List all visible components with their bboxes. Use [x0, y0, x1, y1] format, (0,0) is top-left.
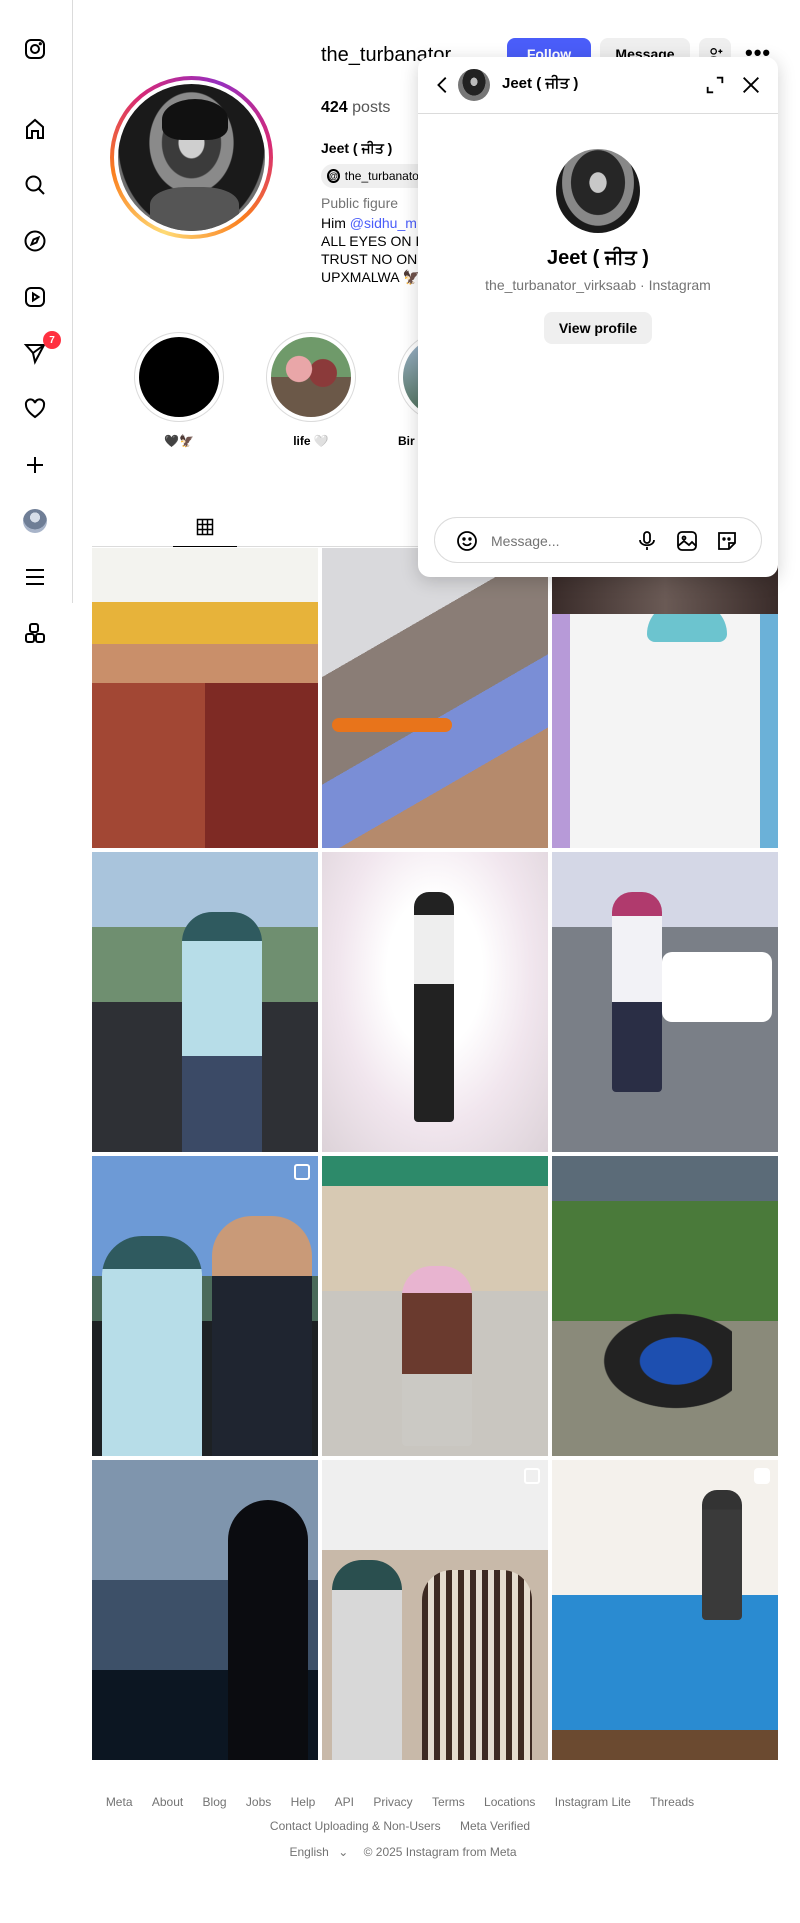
search-icon[interactable] — [22, 172, 48, 198]
highlight-label: 🖤🦅 — [164, 434, 194, 448]
footer-link[interactable]: Blog — [203, 1795, 227, 1809]
close-icon[interactable] — [740, 74, 762, 101]
bio-line-4: UPXMALWA 🦅 — [321, 269, 421, 285]
sticker-icon[interactable] — [715, 529, 739, 558]
notifications-icon[interactable] — [22, 396, 48, 422]
footer-link[interactable]: Help — [291, 1795, 316, 1809]
bio-line-2: ALL EYES ON I — [321, 233, 420, 249]
footer-link[interactable]: Meta — [106, 1795, 133, 1809]
also-from-meta-icon[interactable] — [22, 620, 48, 646]
chat-profile-handle: the_turbanator_virksaab · Instagram — [485, 277, 711, 293]
post-thumbnail[interactable] — [552, 1460, 778, 1760]
reels-icon[interactable] — [22, 284, 48, 310]
footer-link[interactable]: Locations — [484, 1795, 535, 1809]
notification-count-badge: 7 — [43, 331, 61, 349]
image-icon[interactable] — [675, 529, 699, 558]
footer-link[interactable]: About — [152, 1795, 183, 1809]
chat-header: Jeet ( ਜੀਤ ) — [418, 57, 778, 114]
threads-icon: @ — [327, 169, 340, 183]
footer-link[interactable]: Instagram Lite — [555, 1795, 631, 1809]
footer-link[interactable]: Meta Verified — [460, 1819, 530, 1833]
chat-profile-avatar — [556, 149, 640, 233]
profile-category: Public figure — [321, 195, 399, 211]
sidebar-nav: 7 — [0, 0, 73, 643]
posts-grid — [92, 548, 778, 1760]
post-thumbnail[interactable] — [92, 548, 318, 848]
post-thumbnail[interactable] — [552, 852, 778, 1152]
post-thumbnail[interactable] — [92, 852, 318, 1152]
chat-avatar[interactable] — [458, 69, 490, 101]
create-icon[interactable] — [22, 452, 48, 478]
posts-count: 424 — [321, 99, 348, 116]
post-thumbnail[interactable] — [322, 852, 548, 1152]
display-name: Jeet ( ਜੀਤ ) — [321, 140, 393, 156]
menu-icon[interactable] — [22, 564, 48, 590]
explore-icon[interactable] — [22, 228, 48, 254]
bio-line-1: Him @sidhu_m — [321, 215, 417, 231]
post-thumbnail[interactable] — [322, 1156, 548, 1456]
reel-icon — [754, 1468, 770, 1484]
view-profile-button[interactable]: View profile — [544, 312, 652, 344]
language-selector[interactable]: English ⌄ — [284, 1845, 349, 1859]
posts-stat: 424 posts — [321, 99, 390, 117]
profile-picture[interactable] — [110, 76, 273, 239]
footer-link[interactable]: Jobs — [246, 1795, 271, 1809]
bio-line-3: TRUST NO ON — [321, 251, 418, 267]
emoji-icon[interactable] — [455, 529, 479, 553]
post-thumbnail[interactable] — [92, 1460, 318, 1760]
threads-link[interactable]: @ the_turbanator_virksaab — [321, 164, 431, 188]
carousel-icon — [524, 1468, 540, 1484]
microphone-icon[interactable] — [635, 529, 659, 558]
post-thumbnail[interactable] — [92, 1156, 318, 1456]
post-thumbnail[interactable] — [552, 1156, 778, 1456]
tab-posts[interactable] — [173, 507, 237, 547]
highlight-label: life 🤍 — [293, 434, 329, 448]
chat-popup: Jeet ( ਜੀਤ ) Jeet ( ਜੀਤ ) the_turbanator… — [418, 57, 778, 577]
story-highlight[interactable]: Bir — [398, 332, 418, 448]
message-composer — [434, 517, 762, 563]
footer-link[interactable]: Contact Uploading & Non-Users — [270, 1819, 441, 1833]
highlight-label: Bir — [398, 434, 415, 448]
expand-icon[interactable] — [704, 74, 726, 101]
footer-link[interactable]: Privacy — [373, 1795, 412, 1809]
post-thumbnail[interactable] — [322, 548, 548, 848]
post-thumbnail[interactable] — [322, 1460, 548, 1760]
footer-links: Meta About Blog Jobs Help API Privacy Te… — [0, 1790, 800, 1838]
footer-link[interactable]: Terms — [432, 1795, 465, 1809]
home-icon[interactable] — [22, 116, 48, 142]
messages-icon[interactable]: 7 — [22, 331, 61, 366]
carousel-icon — [294, 1164, 310, 1180]
footer-link[interactable]: Threads — [650, 1795, 694, 1809]
post-thumbnail[interactable] — [552, 548, 778, 848]
story-highlight[interactable]: 🖤🦅 — [134, 332, 224, 448]
footer-link[interactable]: API — [335, 1795, 354, 1809]
copyright: © 2025 Instagram from Meta — [363, 1845, 517, 1859]
instagram-logo-icon[interactable] — [22, 36, 48, 62]
grid-icon — [196, 518, 214, 535]
story-highlight[interactable]: life 🤍 — [266, 332, 356, 448]
chat-profile-name: Jeet ( ਜੀਤ ) — [547, 247, 649, 269]
profile-avatar[interactable] — [22, 508, 48, 534]
footer-meta: English ⌄ © 2025 Instagram from Meta — [0, 1845, 800, 1859]
bio-mention-link[interactable]: @sidhu_m — [350, 215, 417, 231]
message-input[interactable] — [491, 530, 631, 552]
posts-label: posts — [352, 99, 391, 116]
back-arrow-icon[interactable] — [432, 74, 454, 96]
chat-contact-name[interactable]: Jeet ( ਜੀਤ ) — [502, 75, 578, 92]
